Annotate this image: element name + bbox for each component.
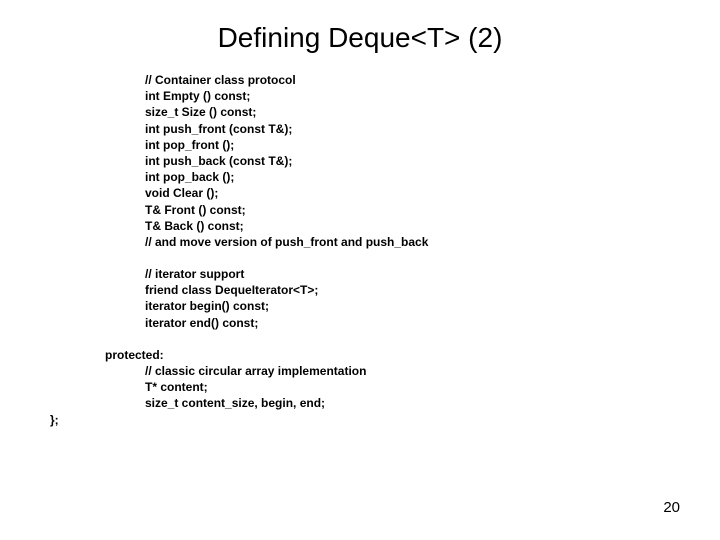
code-line: int pop_back (); — [145, 169, 720, 185]
code-line: size_t Size () const; — [145, 104, 720, 120]
code-line: iterator end() const; — [145, 315, 720, 331]
page-number: 20 — [663, 499, 680, 516]
code-block-1: // Container class protocol int Empty ()… — [0, 72, 720, 250]
protected-label: protected: — [0, 347, 720, 363]
code-line: size_t content_size, begin, end; — [145, 395, 720, 411]
code-line: int Empty () const; — [145, 88, 720, 104]
code-block-2: // iterator support friend class DequeIt… — [0, 266, 720, 331]
code-line: // and move version of push_front and pu… — [145, 234, 720, 250]
comment-line: // classic circular array implementation — [145, 363, 720, 379]
page-title: Defining Deque<T> (2) — [0, 0, 720, 72]
comment-line: // Container class protocol — [145, 72, 720, 88]
closing-brace: }; — [0, 412, 720, 428]
code-line: void Clear (); — [145, 185, 720, 201]
code-line: iterator begin() const; — [145, 298, 720, 314]
code-line: int pop_front (); — [145, 137, 720, 153]
code-line: T& Back () const; — [145, 218, 720, 234]
code-line: int push_back (const T&); — [145, 153, 720, 169]
code-line: T& Front () const; — [145, 202, 720, 218]
comment-line: // iterator support — [145, 266, 720, 282]
code-line: int push_front (const T&); — [145, 121, 720, 137]
code-line: T* content; — [145, 379, 720, 395]
code-line: friend class DequeIterator<T>; — [145, 282, 720, 298]
code-block-3: // classic circular array implementation… — [0, 363, 720, 412]
